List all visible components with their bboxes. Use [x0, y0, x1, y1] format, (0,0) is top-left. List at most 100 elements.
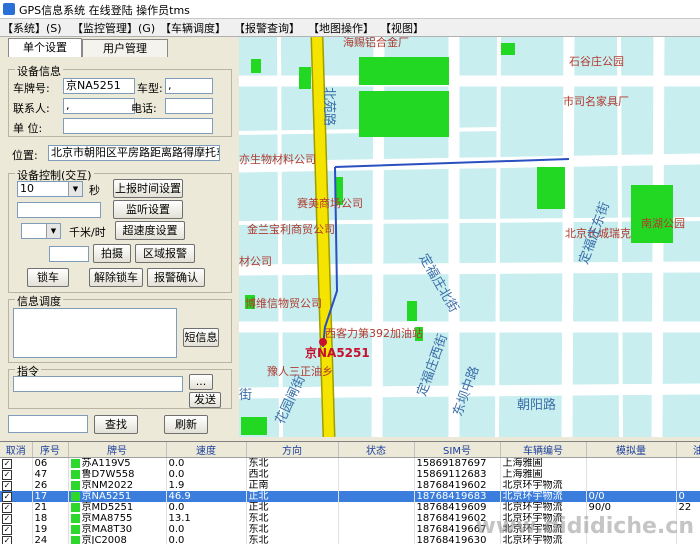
cell-seq: 06: [32, 458, 68, 470]
status-swatch: [71, 503, 80, 512]
cell-seq: 19: [32, 524, 68, 535]
checkbox[interactable]: ✓: [2, 459, 12, 469]
cell-speed: 13.1: [166, 513, 246, 524]
monitor-set-button[interactable]: 监听设置: [113, 200, 183, 219]
find-button[interactable]: 查找: [94, 415, 138, 434]
menu-map-ops[interactable]: 【地图操作】: [308, 20, 374, 36]
map-label: 金兰宝利商贸公司: [247, 222, 335, 236]
cell-state: [338, 480, 414, 491]
cell-oil: 22: [676, 502, 700, 513]
column-header-state[interactable]: 状态: [338, 442, 414, 458]
control-panel: 单个设置 用户管理 设备信息 车牌号: 京NA5251 车型: , 联系人: ,…: [0, 37, 238, 437]
map-label: 博维信物贸公司: [245, 296, 322, 310]
column-header-speed[interactable]: 速度: [166, 442, 246, 458]
table-row[interactable]: ✓06苏A119V50.0东北15869187697上海雅圃: [0, 458, 700, 470]
column-header-oil[interactable]: 油: [676, 442, 700, 458]
road-label: 街: [239, 388, 252, 403]
cell-plate: 京MA8T30: [68, 524, 166, 535]
cell-sim: 18768419602: [414, 480, 500, 491]
short-message-button[interactable]: 短信息: [183, 328, 219, 347]
lock-vehicle-button[interactable]: 锁车: [27, 268, 69, 287]
cell-speed: 1.9: [166, 480, 246, 491]
table-row[interactable]: ✓47鲁D7W5580.0西北15869112683上海雅圃: [0, 469, 700, 480]
map-label: 赛美商场公司: [297, 196, 363, 210]
status-swatch: [71, 525, 80, 534]
row-checkbox-cell[interactable]: ✓: [0, 524, 32, 535]
column-header-vehicle-no[interactable]: 车辆编号: [500, 442, 586, 458]
row-checkbox-cell[interactable]: ✓: [0, 502, 32, 513]
column-header-sim[interactable]: SIM号: [414, 442, 500, 458]
dispatch-group: 信息调度 短信息: [8, 299, 232, 363]
column-header-direction[interactable]: 方向: [246, 442, 338, 458]
row-checkbox-cell[interactable]: ✓: [0, 458, 32, 470]
vehicle-label[interactable]: 京NA5251: [305, 345, 370, 360]
dispatch-message-box[interactable]: [13, 308, 177, 358]
chevron-down-icon: ▼: [68, 182, 82, 196]
cell-vno: 北京环宇物流: [500, 502, 586, 513]
table-row[interactable]: ✓26京NM20221.9正南18768419602北京环宇物流: [0, 480, 700, 491]
status-swatch: [71, 492, 80, 501]
column-header-analog[interactable]: 模拟量: [586, 442, 676, 458]
plate-field[interactable]: 京NA5251: [63, 78, 135, 94]
menu-view[interactable]: 【视图】: [380, 20, 424, 36]
cell-dir: 正北: [246, 491, 338, 502]
send-button[interactable]: 发送: [189, 392, 221, 408]
cell-dir: 正南: [246, 480, 338, 491]
column-header-plate[interactable]: 牌号: [68, 442, 166, 458]
column-header-seq[interactable]: 序号: [32, 442, 68, 458]
area-alarm-button[interactable]: 区域报警: [135, 244, 195, 263]
map-view[interactable]: 海赐铝合金厂 石谷庄公园 市司名家具厂 亦生物材料公司 赛美商场公司 金兰宝利商…: [239, 37, 700, 437]
tab-user-management[interactable]: 用户管理: [82, 39, 168, 57]
cell-plate: 京MA8755: [68, 513, 166, 524]
cell-analog: 90/0: [586, 502, 676, 513]
table-row[interactable]: ✓17京NA525146.9正北18768419683北京环宇物流0/00: [0, 491, 700, 502]
interval-select[interactable]: 10 ▼: [17, 181, 83, 197]
command-more-button[interactable]: ...: [189, 374, 213, 390]
cell-state: [338, 458, 414, 470]
cell-state: [338, 491, 414, 502]
contact-field[interactable]: ,: [63, 98, 135, 114]
alarm-confirm-button[interactable]: 报警确认: [147, 268, 205, 287]
cell-sim: 18768419683: [414, 491, 500, 502]
photo-field[interactable]: [49, 246, 89, 262]
menu-bar: 【系统】(S) 【监控管理】(G) 【车辆调度】 【报警查询】 【地图操作】 【…: [0, 19, 700, 37]
checkbox[interactable]: ✓: [2, 503, 12, 513]
speed-select[interactable]: ▼: [21, 223, 61, 239]
search-input[interactable]: [8, 415, 88, 433]
monitor-field[interactable]: [17, 202, 101, 218]
row-checkbox-cell[interactable]: ✓: [0, 480, 32, 491]
menu-alarm-query[interactable]: 【报警查询】: [234, 20, 300, 36]
refresh-button[interactable]: 刷新: [164, 415, 208, 434]
menu-monitor[interactable]: 【监控管理】(G): [72, 20, 155, 36]
checkbox[interactable]: ✓: [2, 514, 12, 524]
tab-single-settings[interactable]: 单个设置: [8, 38, 82, 57]
menu-system[interactable]: 【系统】(S): [2, 20, 62, 36]
type-field[interactable]: ,: [165, 78, 213, 94]
report-time-button[interactable]: 上报时间设置: [113, 179, 183, 198]
table-row[interactable]: ✓21京MD52510.0正北18768419609北京环宇物流90/022: [0, 502, 700, 513]
checkbox[interactable]: ✓: [2, 525, 12, 535]
cell-dir: 东北: [246, 524, 338, 535]
cell-analog: [586, 458, 676, 470]
row-checkbox-cell[interactable]: ✓: [0, 513, 32, 524]
location-field[interactable]: 北京市朝阳区平房路距离路得摩托车: [48, 145, 220, 161]
menu-dispatch[interactable]: 【车辆调度】: [160, 20, 226, 36]
photo-button[interactable]: 拍摄: [93, 244, 131, 263]
command-input[interactable]: [13, 376, 183, 392]
row-checkbox-cell[interactable]: ✓: [0, 469, 32, 480]
checkbox[interactable]: ✓: [2, 492, 12, 502]
cell-oil: [676, 458, 700, 470]
row-checkbox-cell[interactable]: ✓: [0, 491, 32, 502]
map-canvas[interactable]: 海赐铝合金厂 石谷庄公园 市司名家具厂 亦生物材料公司 赛美商场公司 金兰宝利商…: [239, 37, 700, 437]
cell-seq: 21: [32, 502, 68, 513]
unlock-vehicle-button[interactable]: 解除锁车: [89, 268, 143, 287]
checkbox[interactable]: ✓: [2, 470, 12, 480]
checkbox[interactable]: ✓: [2, 481, 12, 491]
device-info-group: 设备信息 车牌号: 京NA5251 车型: , 联系人: , 电话: 单 位:: [8, 69, 232, 137]
seconds-label: 秒: [89, 182, 100, 198]
column-header-cancel[interactable]: 取消: [0, 442, 32, 458]
phone-field[interactable]: [165, 98, 213, 114]
unit-field[interactable]: [63, 118, 213, 134]
overspeed-set-button[interactable]: 超速度设置: [115, 221, 185, 240]
cell-oil: [676, 480, 700, 491]
